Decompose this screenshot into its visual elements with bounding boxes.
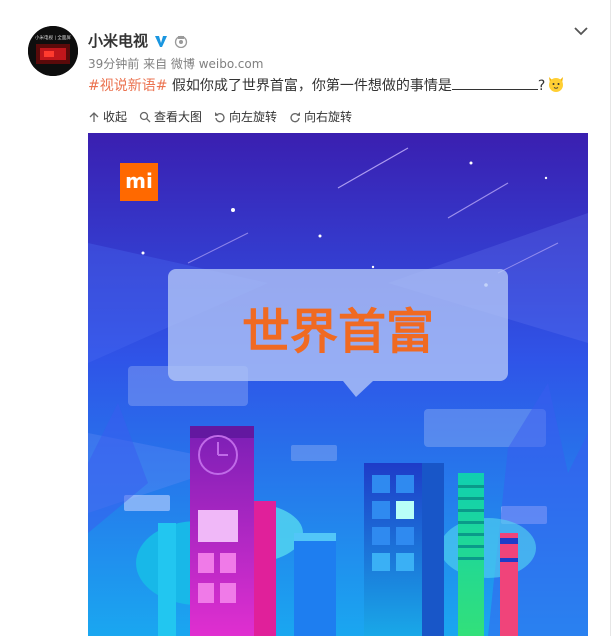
- search-icon: [139, 111, 151, 122]
- rotate-left-button[interactable]: 向左旋转: [214, 108, 277, 125]
- arrow-up-icon: [89, 111, 99, 122]
- collapse-button[interactable]: 收起: [88, 108, 127, 125]
- mi-logo-text: mi: [125, 169, 153, 193]
- verified-v-icon: [155, 35, 168, 47]
- post-body: 假如你成了世界首富，你第一件想做的事情是: [167, 78, 452, 94]
- post-text: #视说新语# 假如你成了世界首富，你第一件想做的事情是?: [88, 75, 565, 96]
- view-large-button[interactable]: 查看大图: [139, 108, 202, 125]
- rotate-right-button[interactable]: 向右旋转: [289, 108, 352, 125]
- rotate-right-icon: [290, 111, 301, 122]
- collapse-label: 收起: [103, 110, 128, 124]
- rotate-left-label: 向左旋转: [229, 110, 278, 124]
- avatar-caption: 小米电视 | 全面屏: [35, 34, 71, 41]
- level-badge-icon: [174, 35, 188, 48]
- headline-text: 世界首富: [242, 304, 434, 360]
- view-large-label: 查看大图: [154, 110, 203, 124]
- fill-in-blank: [451, 75, 538, 90]
- avatar[interactable]: 小米电视 | 全面屏: [28, 26, 78, 76]
- weibo-post-card: 小米电视 | 全面屏 小米电视 39分钟前 来自 微博 weibo.com #视…: [0, 0, 611, 636]
- topic-link[interactable]: #视说新语#: [88, 78, 167, 94]
- post-image[interactable]: mi 世界首富: [88, 133, 588, 636]
- author-name[interactable]: 小米电视: [88, 30, 148, 51]
- rotate-left-icon: [215, 111, 225, 122]
- chevron-down-icon[interactable]: [572, 24, 590, 38]
- post-image-illustration: mi 世界首富: [88, 133, 588, 636]
- post-question-mark: ?: [537, 78, 546, 94]
- rotate-right-label: 向右旋转: [304, 110, 353, 124]
- post-meta: 39分钟前 来自 微博 weibo.com: [88, 57, 264, 71]
- author-row: 小米电视: [88, 30, 188, 51]
- image-toolbar: 收起 查看大图 向左旋转 向右旋转: [88, 108, 352, 125]
- cat-emoji-icon: [549, 77, 564, 92]
